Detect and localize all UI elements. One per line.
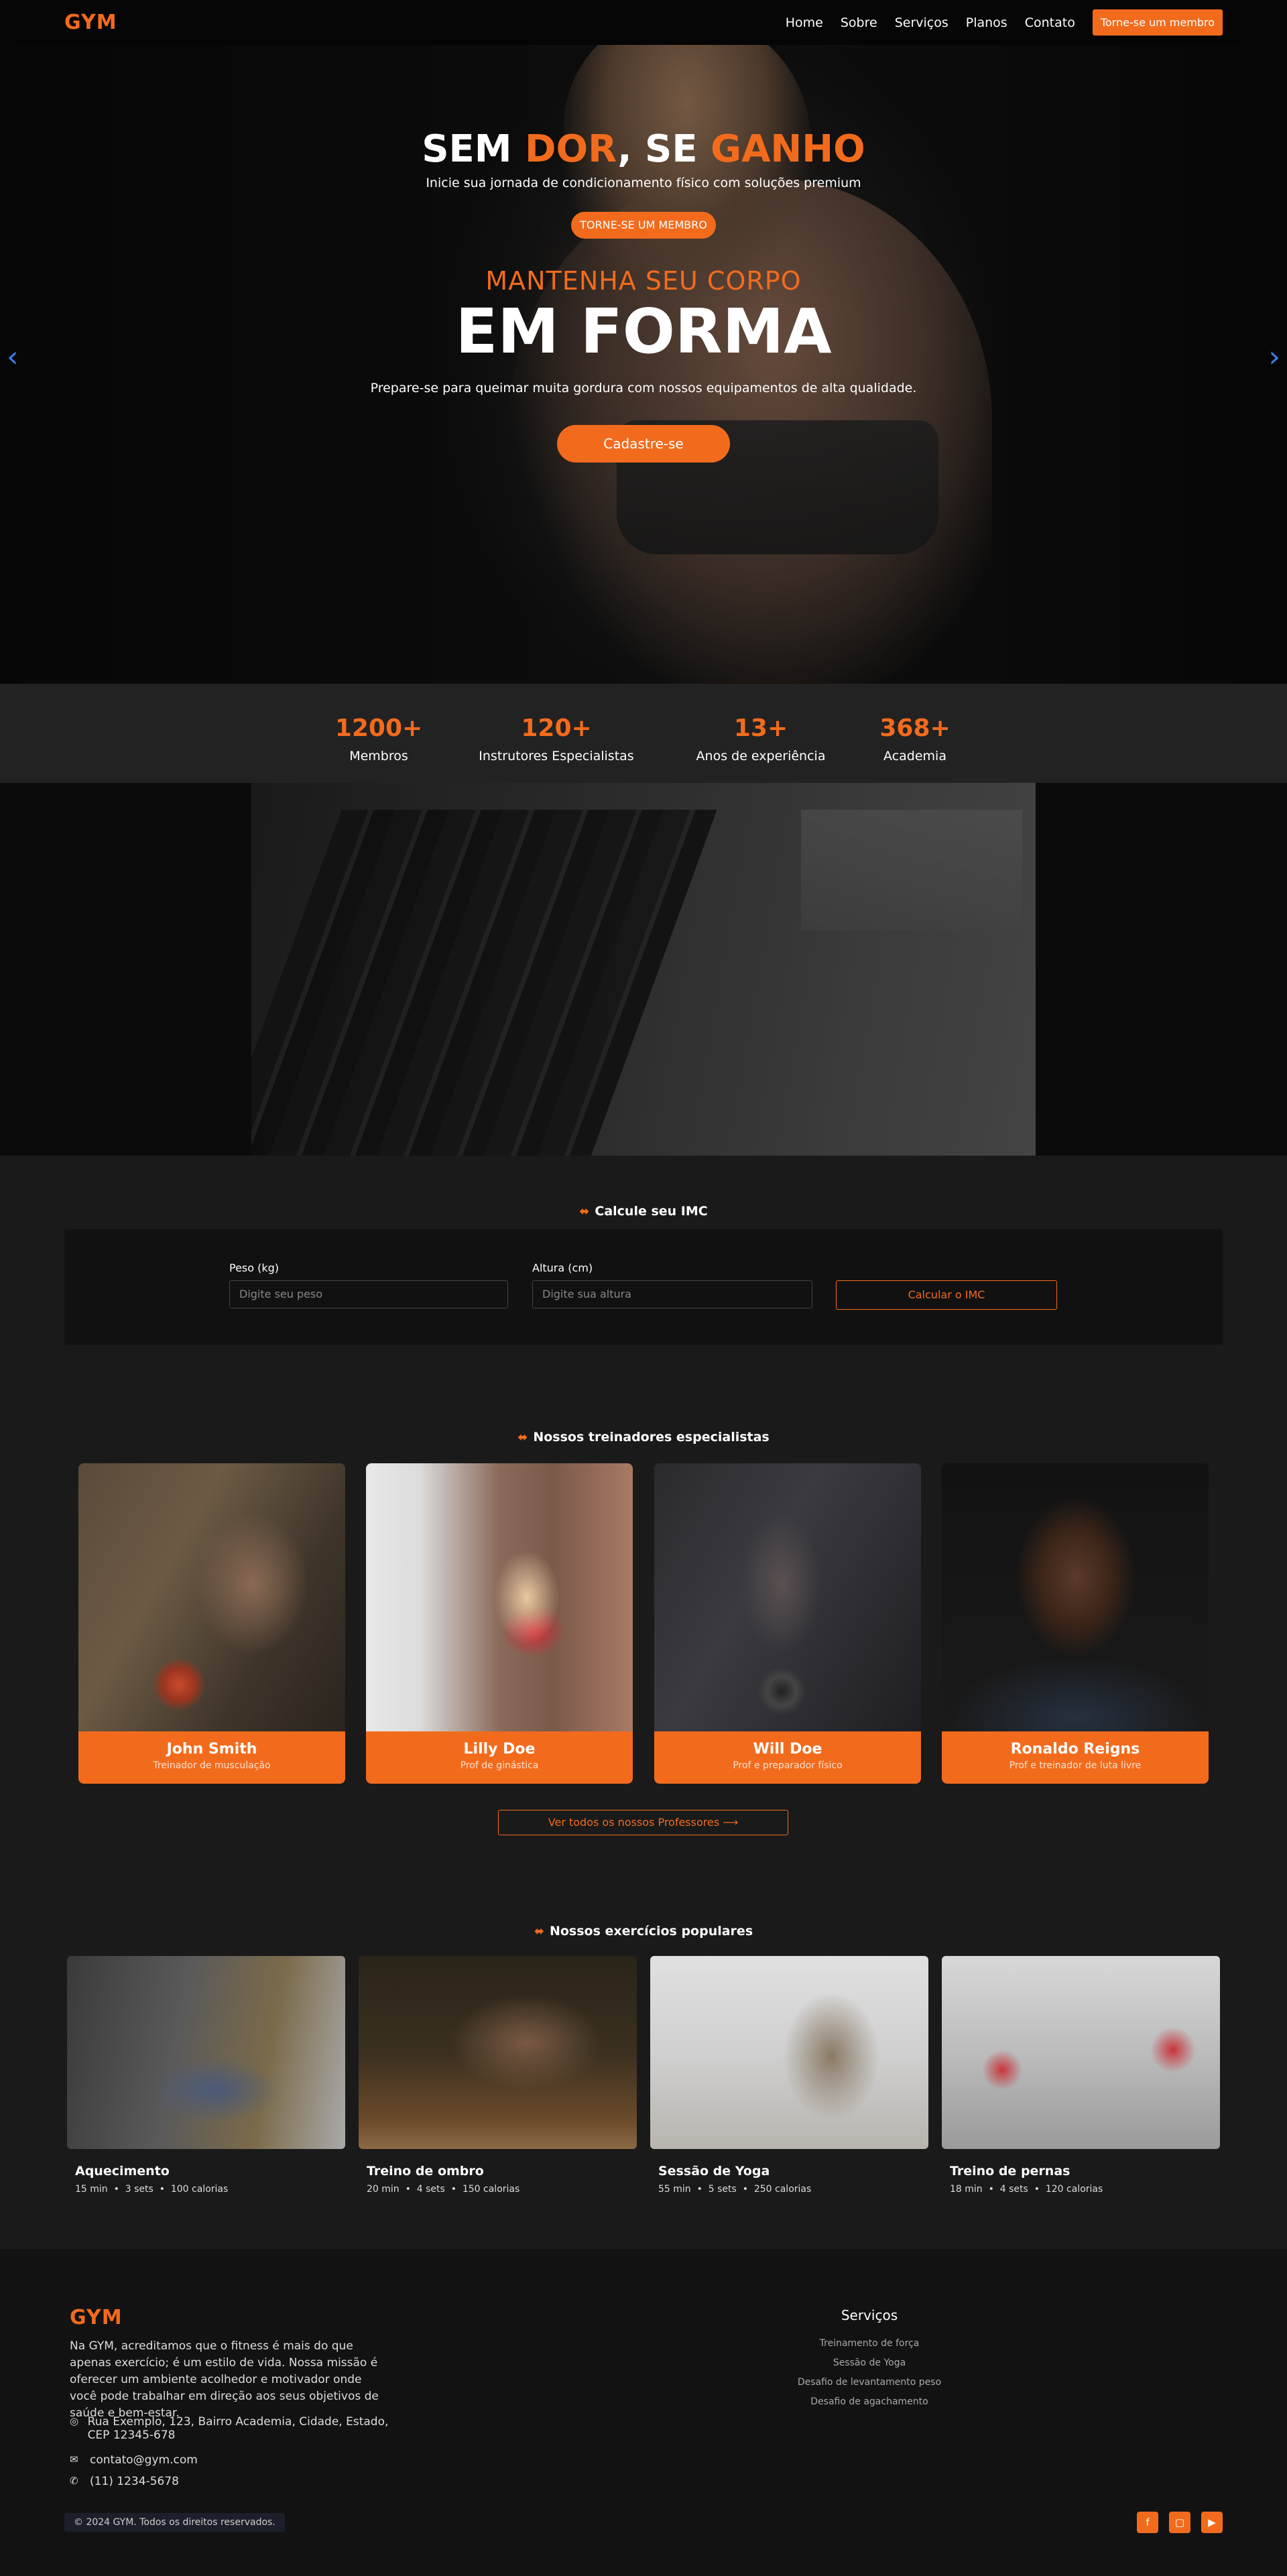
- trainer-name: Lilly Doe: [463, 1741, 536, 1758]
- hero-subtitle: MANTENHA SEU CORPO: [485, 266, 802, 296]
- stat-value: 1200+: [334, 715, 423, 742]
- trainer-role: Prof de ginástica: [460, 1760, 539, 1771]
- footer-description: Na GYM, acreditamos que o fitness é mais…: [70, 2339, 379, 2420]
- stat-label: Academia: [883, 749, 946, 763]
- footer-service-link[interactable]: Sessão de Yoga: [778, 2357, 961, 2368]
- trainer-card[interactable]: John Smith Treinador de musculação: [78, 1463, 345, 1784]
- height-label: Altura (cm): [532, 1262, 593, 1274]
- trainer-name: Will Doe: [753, 1741, 822, 1758]
- exercise-title: Aquecimento: [75, 2164, 170, 2179]
- stat-item: 1200+ Membros: [312, 684, 446, 783]
- footer-services-title: Serviços: [841, 2307, 898, 2323]
- stat-label: Anos de experiência: [696, 749, 826, 763]
- exercise-meta: 15 min • 3 sets • 100 calorias: [75, 2184, 229, 2195]
- stats-bar: 1200+ Membros 120+ Instrutores Especiali…: [0, 684, 1287, 783]
- exercise-card[interactable]: Treino de ombro 20 min • 4 sets • 150 ca…: [359, 1956, 637, 2195]
- exercise-meta: 55 min • 5 sets • 250 calorias: [658, 2184, 812, 2195]
- stat-item: 13+ Anos de experiência: [667, 684, 855, 783]
- exercise-title: Treino de pernas: [950, 2164, 1070, 2179]
- chevron-right-icon[interactable]: ›: [1268, 340, 1280, 374]
- nav-link-sobre[interactable]: Sobre: [841, 15, 877, 30]
- footer-service-link[interactable]: Desafio de levantamento peso: [778, 2377, 961, 2388]
- exercise-card[interactable]: Sessão de Yoga 55 min • 5 sets • 250 cal…: [650, 1956, 928, 2195]
- trainers-title: ⬌ Nossos treinadores especialistas: [517, 1430, 770, 1445]
- nav-link-home[interactable]: Home: [786, 15, 823, 30]
- trainer-role: Treinador de musculação: [153, 1760, 271, 1771]
- gain-title: SEM DOR, SE GANHO: [422, 127, 865, 171]
- become-member-banner-button[interactable]: TORNE-SE UM MEMBRO: [571, 212, 716, 239]
- exercise-title: Sessão de Yoga: [658, 2164, 770, 2179]
- stat-label: Instrutores Especialistas: [479, 749, 634, 763]
- trainer-role: Prof e preparador físico: [733, 1760, 843, 1771]
- hero-content: MANTENHA SEU CORPO EM FORMA Prepare-se p…: [0, 266, 1287, 463]
- exercise-photo: [942, 1956, 1220, 2149]
- hero-title: EM FORMA: [455, 296, 832, 367]
- envelope-icon: ✉: [70, 2453, 78, 2465]
- dumbbell-icon: ⬌: [579, 1205, 590, 1219]
- footer-logo-text: GYM: [70, 2306, 123, 2329]
- hero-description: Prepare-se para queimar muita gordura co…: [370, 380, 917, 395]
- exercises-title: ⬌ Nossos exercícios populares: [534, 1924, 753, 1939]
- trainer-card[interactable]: Ronaldo Reigns Prof e treinador de luta …: [942, 1463, 1209, 1784]
- imc-title: ⬌ Calcule seu IMC: [579, 1204, 708, 1219]
- exercise-card[interactable]: Treino de pernas 18 min • 4 sets • 120 c…: [942, 1956, 1220, 2195]
- instagram-icon[interactable]: ▢: [1169, 2512, 1190, 2533]
- trainer-card[interactable]: Lilly Doe Prof de ginástica: [366, 1463, 633, 1784]
- logo-text: GYM: [64, 11, 117, 34]
- stat-label: Membros: [349, 749, 408, 763]
- weight-label: Peso (kg): [229, 1262, 280, 1274]
- trainer-role: Prof e treinador de luta livre: [1009, 1760, 1142, 1771]
- footer-phone[interactable]: ✆ (11) 1234-5678: [70, 2475, 179, 2488]
- trainer-photo: [654, 1463, 921, 1731]
- trainer-card[interactable]: Will Doe Prof e preparador físico: [654, 1463, 921, 1784]
- stat-value: 13+: [733, 715, 788, 742]
- chevron-left-icon[interactable]: ‹: [7, 340, 19, 374]
- phone-icon: ✆: [70, 2475, 78, 2487]
- all-trainers-button[interactable]: Ver todos os nossos Professores ⟶: [498, 1810, 788, 1835]
- nav-link-servicos[interactable]: Serviços: [895, 15, 948, 30]
- trainer-photo: [366, 1463, 633, 1731]
- signup-button[interactable]: Cadastre-se: [557, 424, 730, 463]
- trainer-name: Ronaldo Reigns: [1010, 1741, 1140, 1758]
- height-input[interactable]: Digite sua altura: [532, 1280, 812, 1308]
- footer-service-link[interactable]: Desafio de agachamento: [778, 2396, 961, 2407]
- footer-email[interactable]: ✉ contato@gym.com: [70, 2453, 198, 2467]
- stat-value: 120+: [521, 715, 592, 742]
- logo[interactable]: GYM: [64, 11, 117, 34]
- exercise-title: Treino de ombro: [367, 2164, 484, 2179]
- youtube-icon[interactable]: ▶: [1201, 2512, 1223, 2533]
- exercise-photo: [359, 1956, 637, 2149]
- dumbbell-icon: ⬌: [517, 1430, 528, 1445]
- dumbbell-icon: ⬌: [534, 1924, 544, 1939]
- exercise-meta: 18 min • 4 sets • 120 calorias: [950, 2184, 1103, 2195]
- gain-banner: [0, 783, 1287, 1156]
- calculate-imc-button[interactable]: Calcular o IMC: [836, 1280, 1057, 1310]
- trainer-photo: [78, 1463, 345, 1731]
- facebook-icon[interactable]: f: [1137, 2512, 1158, 2533]
- exercise-meta: 20 min • 4 sets • 150 calorias: [367, 2184, 520, 2195]
- footer-service-link[interactable]: Treinamento de força: [778, 2338, 961, 2349]
- trainer-name: John Smith: [166, 1741, 257, 1758]
- top-nav: GYM Home Sobre Serviços Planos Contato T…: [0, 0, 1287, 45]
- gain-subtitle: Inicie sua jornada de condicionamento fí…: [426, 176, 861, 190]
- footer-address: ◎ Rua Exemplo, 123, Bairro Academia, Cid…: [70, 2415, 389, 2442]
- exercise-photo: [650, 1956, 928, 2149]
- nav-links: Home Sobre Serviços Planos Contato Torne…: [786, 9, 1223, 36]
- nav-link-contato[interactable]: Contato: [1025, 15, 1075, 30]
- stat-value: 368+: [879, 715, 951, 742]
- gym-equipment-image: [251, 783, 1036, 1156]
- exercise-photo: [67, 1956, 345, 2149]
- weight-input[interactable]: Digite seu peso: [229, 1280, 508, 1308]
- nav-link-planos[interactable]: Planos: [966, 15, 1007, 30]
- stat-item: 368+ Academia: [855, 684, 975, 783]
- trainer-photo: [942, 1463, 1209, 1731]
- exercise-card[interactable]: Aquecimento 15 min • 3 sets • 100 calori…: [67, 1956, 345, 2195]
- location-pin-icon: ◎: [70, 2415, 79, 2427]
- become-member-button[interactable]: Torne-se um membro: [1092, 9, 1223, 36]
- footer-logo[interactable]: GYM: [70, 2306, 123, 2329]
- stat-item: 120+ Instrutores Especialistas: [446, 684, 667, 783]
- copyright: © 2024 GYM. Todos os direitos reservados…: [64, 2513, 285, 2532]
